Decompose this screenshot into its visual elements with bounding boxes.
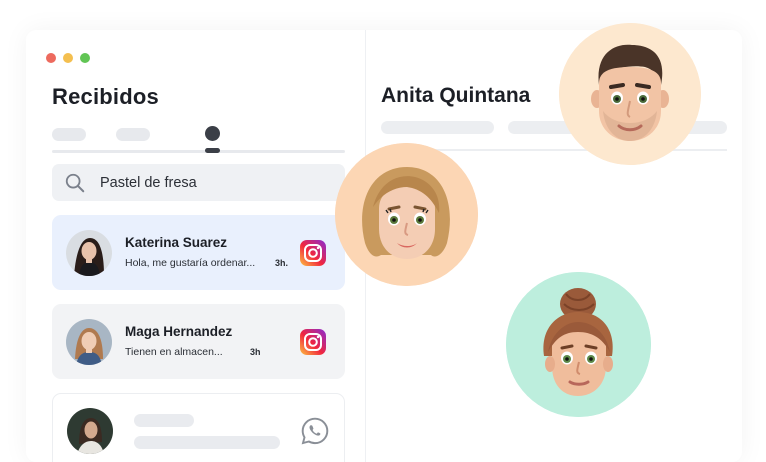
avatar [66,319,112,365]
message-preview: Tienen en almacen... [125,346,223,358]
search-input[interactable] [100,164,320,201]
placeholder-line [134,414,194,427]
search-bar[interactable] [52,164,345,201]
message-preview: Hola, me gustaría ordenar... [125,257,256,269]
message-time: 3h. [275,258,289,268]
contact-name: Maga Hernandez [125,324,233,339]
inbox-title: Recibidos [52,84,159,109]
tab-3-active[interactable] [205,126,220,141]
whatsapp-icon [301,417,329,445]
instagram-icon [300,329,326,355]
avatar [67,408,113,454]
message-time: 3h [250,347,261,357]
chat-contact-name: Anita Quintana [381,84,531,107]
memoji-woman-blonde-avatar [335,143,478,286]
tabs-underline [52,150,345,153]
inbox-tabs [52,126,345,156]
search-icon [65,173,85,193]
placeholder-line [134,436,280,449]
conversation-item[interactable] [52,393,345,462]
avatar [66,230,112,276]
contact-name: Katerina Suarez [125,235,228,250]
chat-tab-placeholder[interactable] [381,121,494,134]
instagram-icon [300,240,326,266]
memoji-woman-bun-avatar [506,272,651,417]
tab-1[interactable] [52,128,86,141]
inbox-panel: Recibidos Pastel de fresa Katerina Suare… [26,30,366,462]
conversation-item[interactable]: Maga Hernandez Tienen en almacen... 3h [52,304,345,379]
tab-2[interactable] [116,128,150,141]
active-tab-indicator [205,148,220,153]
conversation-item[interactable]: Katerina Suarez Hola, me gustaría ordena… [52,215,345,290]
memoji-man-avatar [559,23,701,165]
